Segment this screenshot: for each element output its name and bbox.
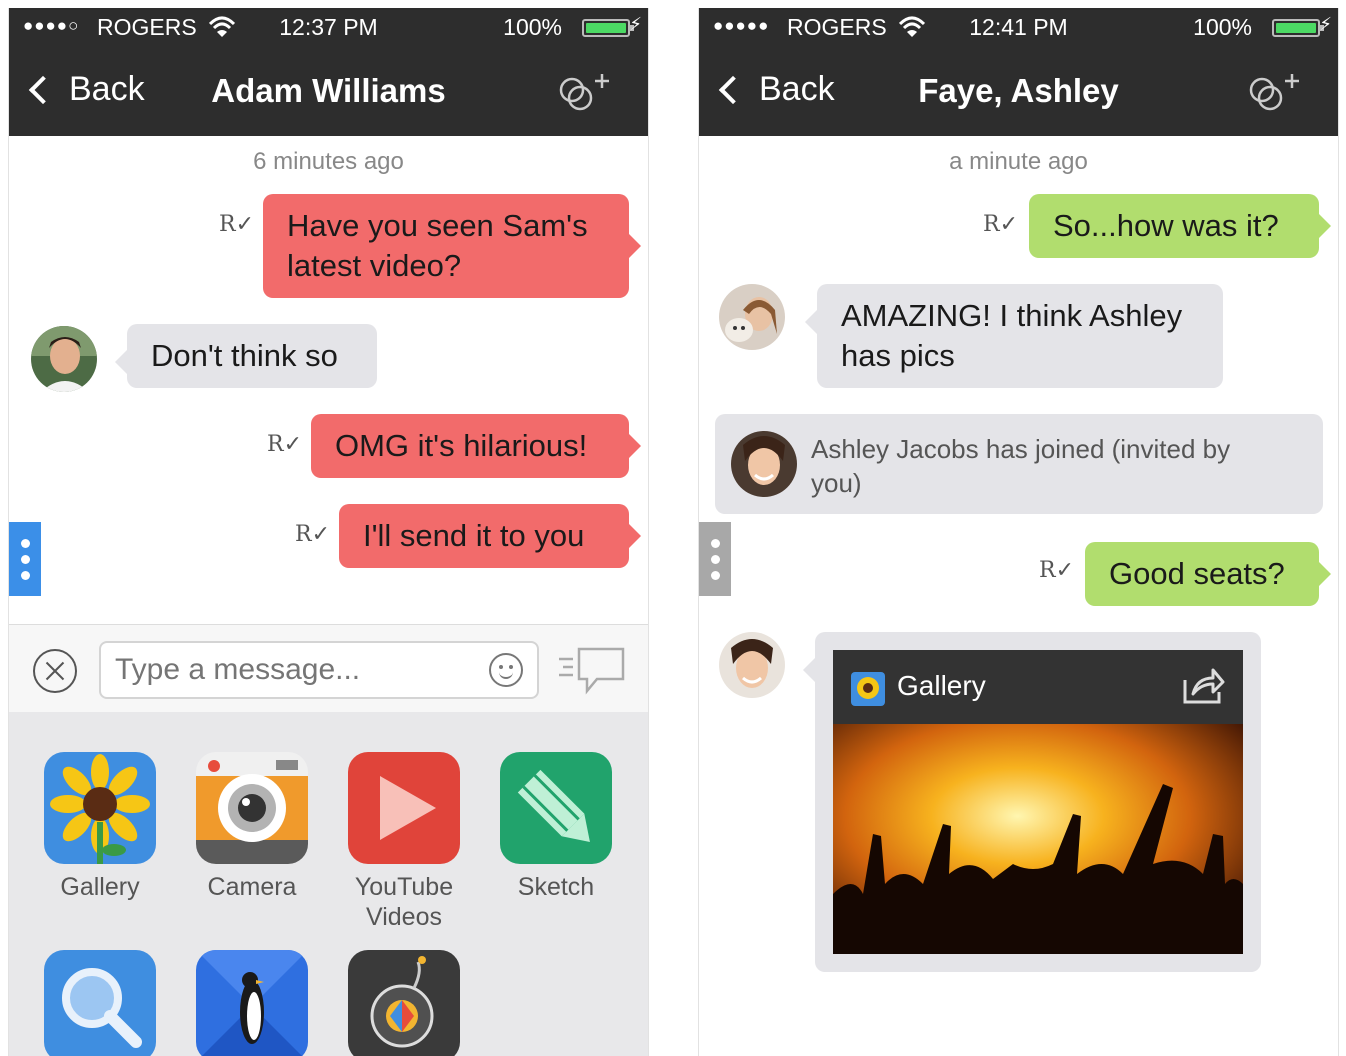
navigation-bar: ●●●●○ ROGERS 12:37 PM 100% ⚡ Back Adam W… [9, 8, 648, 136]
battery-percent: 100% [1193, 14, 1252, 40]
app-gallery[interactable]: Gallery [43, 752, 157, 902]
message-timestamp: a minute ago [949, 148, 1088, 175]
app-label: YouTube Videos [354, 873, 454, 931]
message-text-line: Have you seen Sam's [287, 208, 588, 243]
incoming-message[interactable]: Don't think so [115, 324, 377, 388]
navigation-bar: ●●●●● ROGERS 12:41 PM 100% ⚡ Back Faye, … [699, 8, 1338, 136]
penguin-icon [196, 950, 308, 1056]
battery-icon [1272, 19, 1324, 37]
camera-icon [196, 752, 308, 864]
app-bomb[interactable] [347, 950, 461, 1056]
drawer-handle[interactable] [9, 522, 41, 596]
app-youtube-videos[interactable]: YouTube Videos [347, 752, 461, 932]
outgoing-message[interactable]: Good seats? [1085, 542, 1331, 606]
sunflower-icon [44, 752, 156, 864]
app-label: Camera [207, 873, 297, 901]
play-icon [348, 752, 460, 864]
concert-photo[interactable] [833, 724, 1243, 954]
read-receipt-icon: R✓ [219, 212, 255, 237]
bomb-icon [348, 950, 460, 1056]
status-bar: ●●●●● ROGERS 12:41 PM 100% ⚡ [699, 8, 1338, 50]
message-text: Don't think so [151, 338, 338, 373]
app-label: Gallery [60, 873, 140, 901]
message-input[interactable] [99, 641, 539, 699]
close-icon[interactable] [33, 649, 77, 693]
gallery-title: Gallery [897, 670, 986, 701]
outgoing-message[interactable]: OMG it's hilarious! [311, 414, 641, 478]
gallery-share-card[interactable]: Gallery [803, 632, 1261, 972]
chat-screen-group: ●●●●● ROGERS 12:41 PM 100% ⚡ Back Faye, … [698, 8, 1339, 1056]
app-camera[interactable]: Camera [195, 752, 309, 902]
drawer-handle[interactable] [699, 522, 731, 596]
outgoing-message[interactable]: So...how was it? [1029, 194, 1331, 258]
avatar[interactable] [719, 632, 785, 698]
app-penguin[interactable] [195, 950, 309, 1056]
conversation-title: Adam Williams [211, 72, 446, 109]
app-drawer: Gallery Camera YouTube Videos Sketch [9, 712, 648, 1056]
pencil-icon [500, 752, 612, 864]
battery-percent: 100% [503, 14, 562, 40]
message-text: I'll send it to you [363, 518, 585, 553]
message-composer [9, 624, 648, 712]
message-text: So...how was it? [1053, 208, 1279, 243]
chat-screen-adam: ●●●●○ ROGERS 12:37 PM 100% ⚡ Back Adam W… [8, 8, 649, 1056]
read-receipt-icon: R✓ [295, 522, 331, 547]
sunflower-icon [851, 672, 885, 706]
app-sketch[interactable]: Sketch [499, 752, 613, 902]
outgoing-message[interactable]: Have you seen Sam's latest video? [263, 194, 641, 298]
message-timestamp: 6 minutes ago [253, 148, 404, 175]
message-text-line: has pics [841, 338, 955, 373]
outgoing-message[interactable]: I'll send it to you [339, 504, 641, 568]
message-text: Good seats? [1109, 556, 1285, 591]
system-notice: Ashley Jacobs has joined (invited by you… [715, 414, 1323, 514]
add-people-icon[interactable] [558, 70, 618, 114]
app-label: Sketch [517, 873, 595, 901]
message-text-line: latest video? [287, 248, 462, 283]
gallery-preview: Gallery [833, 650, 1243, 954]
message-text: OMG it's hilarious! [335, 428, 588, 463]
read-receipt-icon: R✓ [983, 212, 1019, 237]
share-icon[interactable] [1181, 666, 1225, 706]
status-bar: ●●●●○ ROGERS 12:37 PM 100% ⚡ [9, 8, 648, 50]
emoji-icon[interactable] [489, 653, 523, 687]
read-receipt-icon: R✓ [267, 432, 303, 457]
conversation-title: Faye, Ashley [918, 72, 1119, 109]
read-receipt-icon: R✓ [1039, 558, 1075, 583]
gallery-header: Gallery [833, 650, 1243, 724]
app-search-images[interactable] [43, 950, 157, 1056]
send-icon[interactable] [557, 645, 627, 697]
avatar[interactable] [719, 284, 785, 350]
battery-icon [582, 19, 634, 37]
system-notice-text: Ashley Jacobs has joined (invited by you… [811, 434, 1231, 498]
incoming-message[interactable]: AMAZING! I think Ashley has pics [805, 284, 1223, 388]
image-search-icon [44, 950, 156, 1056]
charging-icon: ⚡ [629, 14, 642, 34]
message-text-line: AMAZING! I think Ashley [841, 298, 1183, 333]
charging-icon: ⚡ [1319, 14, 1332, 34]
avatar[interactable] [31, 326, 97, 392]
avatar [731, 431, 797, 497]
add-people-icon[interactable] [1248, 70, 1308, 114]
